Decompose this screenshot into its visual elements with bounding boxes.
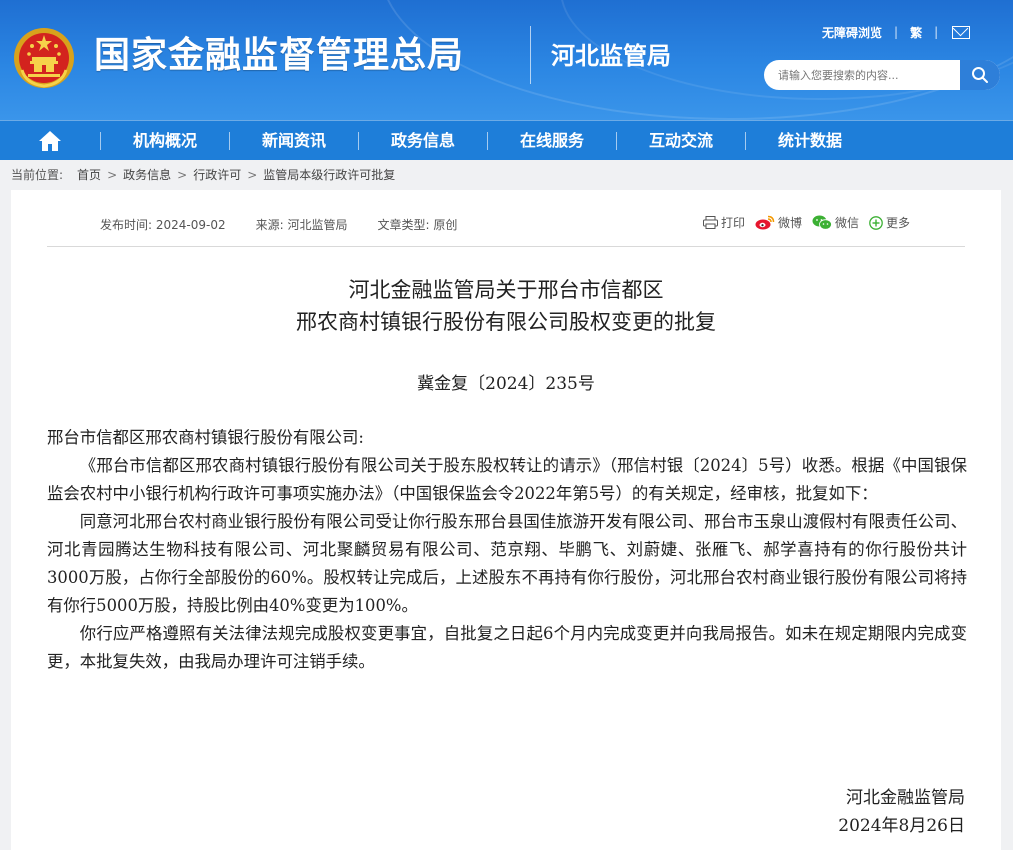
article-title-line-2: 邢农商村镇银行股份有限公司股权变更的批复 (296, 310, 716, 334)
nav-item-online-services[interactable]: 在线服务 (488, 121, 616, 161)
mail-icon[interactable] (952, 25, 971, 39)
top-link-separator: | (934, 25, 939, 39)
share-bar: 打印 微博 微信 更多 (703, 214, 910, 231)
salutation: 邢台市信都区邢农商村镇银行股份有限公司: (47, 428, 364, 447)
nav-item-interaction[interactable]: 互动交流 (617, 121, 745, 161)
breadcrumb-admin-license[interactable]: 行政许可 (193, 166, 241, 184)
print-button[interactable]: 打印 (703, 214, 745, 231)
traditional-chinese-link[interactable]: 繁 (910, 24, 922, 41)
signature-organization: 河北金融监管局 (846, 788, 965, 808)
article-type: 文章类型: 原创 (377, 218, 458, 232)
nav-item-about[interactable]: 机构概况 (101, 121, 229, 161)
weibo-label: 微博 (778, 216, 803, 230)
article-source: 来源: 河北监管局 (255, 218, 348, 232)
national-emblem-icon[interactable] (12, 26, 76, 90)
print-label: 打印 (721, 216, 746, 230)
paragraph: 同意河北邢台农村商业银行股份有限公司受让你行股东邢台县国佳旅游开发有限公司、邢台… (47, 512, 967, 615)
breadcrumb-lead: 当前位置: (11, 168, 64, 182)
meta-divider (47, 246, 965, 247)
signature-block: 河北金融监管局 2024年8月26日 (838, 784, 965, 840)
nav-home[interactable] (0, 121, 100, 161)
article-container: 发布时间: 2024-09-02 来源: 河北监管局 文章类型: 原创 打印 微… (11, 190, 1001, 850)
breadcrumb: 当前位置: 首页 > 政务信息 > 行政许可 > 监管局本级行政许可批复 (11, 166, 395, 184)
header-divider (530, 26, 531, 84)
plus-circle-icon (869, 215, 883, 230)
weibo-icon (755, 215, 775, 230)
search-icon (972, 67, 988, 83)
home-icon (39, 130, 61, 151)
publish-time: 发布时间: 2024-09-02 (100, 218, 226, 232)
wechat-label: 微信 (835, 216, 860, 230)
search-input[interactable] (764, 60, 960, 90)
article-title-line-1: 河北金融监管局关于邢台市信都区 (348, 278, 664, 302)
branch-name[interactable]: 河北监管局 (551, 40, 671, 72)
breadcrumb-separator: > (107, 168, 118, 182)
article-meta: 发布时间: 2024-09-02 来源: 河北监管局 文章类型: 原创 (100, 216, 457, 233)
main-nav: 机构概况 新闻资讯 政务信息 在线服务 互动交流 统计数据 (0, 120, 1013, 160)
paragraph: 你行应严格遵照有关法律法规完成股权变更事宜，自批复之日起6个月内完成变更并向我局… (47, 624, 967, 671)
breadcrumb-current[interactable]: 监管局本级行政许可批复 (263, 166, 395, 184)
document-number: 冀金复〔2024〕235号 (417, 374, 595, 394)
top-links: 无障碍浏览 | 繁 | (822, 22, 971, 42)
share-more-button[interactable]: 更多 (869, 214, 910, 231)
nav-item-statistics[interactable]: 统计数据 (746, 121, 874, 161)
top-link-separator: | (894, 25, 899, 39)
printer-icon (703, 216, 718, 229)
site-header: 国家金融监督管理总局 河北监管局 无障碍浏览 | 繁 | (0, 0, 1013, 120)
share-weibo-button[interactable]: 微博 (755, 214, 802, 231)
paragraph: 《邢台市信都区邢农商村镇银行股份有限公司关于股东股权转让的请示》（邢信村银〔20… (47, 456, 967, 503)
nav-item-government-info[interactable]: 政务信息 (359, 121, 487, 161)
search-box (764, 60, 1000, 90)
breadcrumb-home[interactable]: 首页 (77, 166, 101, 184)
wechat-icon (812, 215, 832, 230)
accessibility-link[interactable]: 无障碍浏览 (822, 24, 882, 41)
article-body: 邢台市信都区邢农商村镇银行股份有限公司: 《邢台市信都区邢农商村镇银行股份有限公… (47, 424, 967, 676)
nav-item-news[interactable]: 新闻资讯 (230, 121, 358, 161)
signature-date: 2024年8月26日 (838, 816, 965, 836)
site-name[interactable]: 国家金融监督管理总局 (94, 34, 464, 78)
search-button[interactable] (960, 60, 1000, 90)
breadcrumb-separator: > (247, 168, 258, 182)
breadcrumb-separator: > (177, 168, 188, 182)
more-label: 更多 (886, 216, 911, 230)
share-wechat-button[interactable]: 微信 (812, 214, 859, 231)
breadcrumb-government-info[interactable]: 政务信息 (123, 166, 171, 184)
